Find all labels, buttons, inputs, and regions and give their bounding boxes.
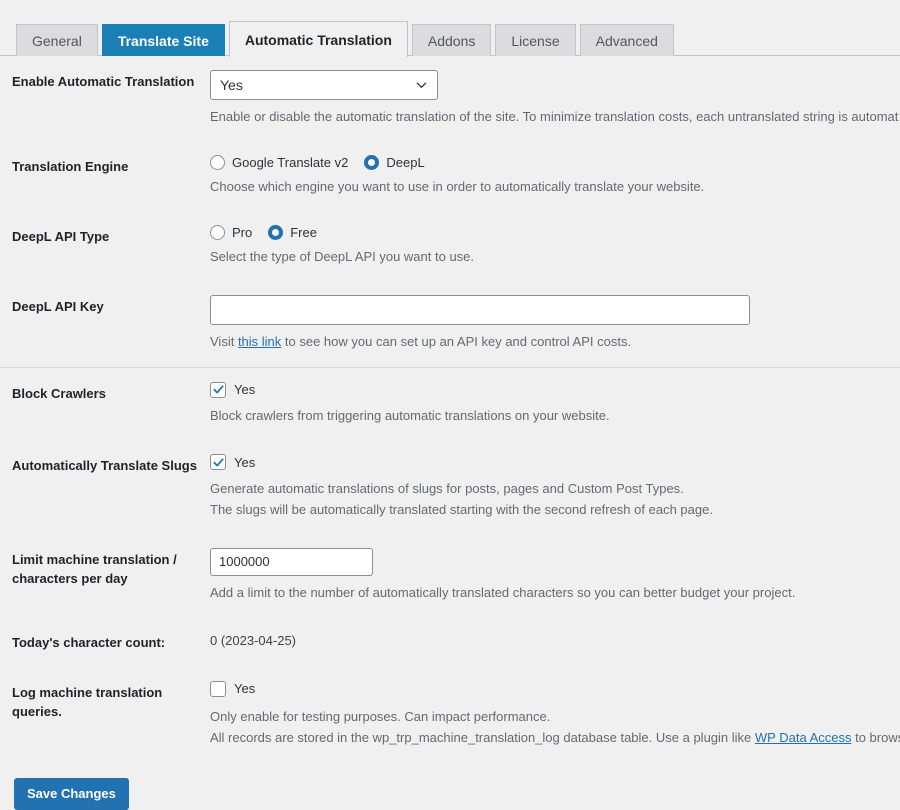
field-today-character-count: 0 (2023-04-25) xyxy=(210,631,900,648)
label-translation-engine: Translation Engine xyxy=(12,159,129,175)
checkbox-label-automatically-translate-slugs: Yes xyxy=(234,454,256,470)
tab-nav: General Translate Site Automatic Transla… xyxy=(16,0,900,57)
submit-area: Save Changes xyxy=(0,762,900,810)
row-automatically-translate-slugs: Automatically Translate Slugs Yes Genera… xyxy=(0,440,900,534)
label-character-limit-line1: Limit machine translation / xyxy=(12,551,177,567)
row-enable-automatic-translation: Enable Automatic Translation Yes Enable … xyxy=(0,56,900,141)
field-character-limit: 1000000 Add a limit to the number of aut… xyxy=(210,547,900,603)
label-character-limit: Limit machine translation / characters p… xyxy=(0,548,210,589)
desc-character-limit: Add a limit to the number of automatical… xyxy=(210,584,796,600)
settings-tab-bar: General Translate Site Automatic Transla… xyxy=(0,0,900,57)
desc-translation-engine: Choose which engine you want to use in o… xyxy=(210,179,705,195)
checkbox-icon-log-queries[interactable] xyxy=(210,680,226,697)
save-changes-button[interactable]: Save Changes xyxy=(14,777,129,810)
radio-option-google-translate[interactable]: Google Translate v2 xyxy=(210,155,349,171)
row-character-limit: Limit machine translation / characters p… xyxy=(0,534,900,617)
desc-deepl-api-key-before: Visit xyxy=(210,334,238,350)
tab-addons[interactable]: Addons xyxy=(411,24,492,56)
label-automatically-translate-slugs: Automatically Translate Slugs xyxy=(12,458,197,474)
translation-engine-radio-group: Google Translate v2 DeepL xyxy=(210,155,900,171)
row-log-queries: Log machine translation queries. Yes Onl… xyxy=(0,667,900,762)
desc-deepl-api-key-after: to see how you can set up an API key and… xyxy=(281,334,632,350)
label-today-character-count: Today's character count: xyxy=(12,635,166,651)
tab-license[interactable]: License xyxy=(495,24,576,56)
automatic-translation-settings-form: Enable Automatic Translation Yes Enable … xyxy=(0,56,900,810)
checkbox-icon-block-crawlers[interactable] xyxy=(210,381,226,398)
character-limit-value: 1000000 xyxy=(219,554,270,570)
desc2-automatically-translate-slugs: The slugs will be automatically translat… xyxy=(210,501,713,517)
field-deepl-api-type: Pro Free Select the type of DeepL API yo… xyxy=(210,225,900,267)
desc-log-queries: Only enable for testing purposes. Can im… xyxy=(210,708,551,724)
radio-icon-pro[interactable] xyxy=(210,225,225,241)
row-translation-engine: Translation Engine Google Translate v2 D… xyxy=(0,141,900,211)
checkbox-label-block-crawlers: Yes xyxy=(234,382,256,398)
radio-label-pro: Pro xyxy=(232,225,253,241)
desc-block-crawlers: Block crawlers from triggering automatic… xyxy=(210,408,610,424)
radio-label-google-translate: Google Translate v2 xyxy=(232,155,349,171)
radio-option-deepl[interactable]: DeepL xyxy=(364,155,425,171)
radio-label-free: Free xyxy=(290,225,317,241)
label-deepl-api-key: DeepL API Key xyxy=(12,299,104,315)
deepl-api-key-input[interactable] xyxy=(210,295,750,326)
label-log-queries: Log machine translation queries. xyxy=(0,681,210,722)
field-automatically-translate-slugs: Yes Generate automatic translations of s… xyxy=(210,454,900,520)
field-log-queries: Yes Only enable for testing purposes. Ca… xyxy=(210,680,900,748)
checkbox-option-log-queries[interactable]: Yes xyxy=(210,680,256,697)
row-deepl-api-key: DeepL API Key Visit this link to see how… xyxy=(0,281,900,366)
desc-automatically-translate-slugs: Generate automatic translations of slugs… xyxy=(210,480,684,496)
tab-translate-site[interactable]: Translate Site xyxy=(101,24,225,56)
field-block-crawlers: Yes Block crawlers from triggering autom… xyxy=(210,381,900,427)
chevron-down-icon xyxy=(416,80,427,91)
character-limit-input[interactable]: 1000000 xyxy=(210,547,373,576)
radio-option-pro[interactable]: Pro xyxy=(210,225,253,241)
checkbox-icon-automatically-translate-slugs[interactable] xyxy=(210,454,226,471)
radio-icon-free[interactable] xyxy=(268,225,284,241)
deepl-api-type-radio-group: Pro Free xyxy=(210,225,900,241)
desc2-log-queries-after: to browse xyxy=(855,729,900,745)
radio-option-free[interactable]: Free xyxy=(268,225,317,241)
field-translation-engine: Google Translate v2 DeepL Choose which e… xyxy=(210,155,900,197)
label-block-crawlers: Block Crawlers xyxy=(12,385,106,401)
desc2-log-queries: All records are stored in the wp_trp_mac… xyxy=(210,728,900,748)
field-deepl-api-key: Visit this link to see how you can set u… xyxy=(210,295,900,352)
checkbox-option-block-crawlers[interactable]: Yes xyxy=(210,381,256,398)
label-enable-automatic-translation: Enable Automatic Translation xyxy=(12,74,195,89)
label-log-queries-line1: Log machine translation xyxy=(12,684,163,700)
desc-enable-automatic-translation: Enable or disable the automatic translat… xyxy=(210,109,899,124)
radio-icon-deepl[interactable] xyxy=(364,155,380,171)
enable-automatic-translation-select[interactable]: Yes xyxy=(210,70,438,100)
tab-advanced[interactable]: Advanced xyxy=(579,24,674,56)
row-today-character-count: Today's character count: 0 (2023-04-25) xyxy=(0,617,900,667)
today-character-count-value: 0 (2023-04-25) xyxy=(210,633,296,649)
checkbox-option-automatically-translate-slugs[interactable]: Yes xyxy=(210,454,256,471)
radio-icon-google-translate[interactable] xyxy=(210,155,225,171)
row-deepl-api-type: DeepL API Type Pro Free Select the type … xyxy=(0,211,900,281)
row-block-crawlers: Block Crawlers Yes Block crawlers from t… xyxy=(0,366,900,441)
label-log-queries-line2: queries. xyxy=(12,704,62,720)
desc-deepl-api-type: Select the type of DeepL API you want to… xyxy=(210,249,475,265)
enable-automatic-translation-value: Yes xyxy=(220,77,243,93)
desc-deepl-api-key: Visit this link to see how you can set u… xyxy=(210,332,900,352)
checkbox-label-log-queries: Yes xyxy=(234,681,256,697)
deepl-api-key-help-link[interactable]: this link xyxy=(238,334,281,349)
tab-automatic-translation[interactable]: Automatic Translation xyxy=(228,21,408,57)
radio-label-deepl: DeepL xyxy=(386,155,425,171)
field-enable-automatic-translation: Yes Enable or disable the automatic tran… xyxy=(210,70,900,127)
label-character-limit-line2: characters per day xyxy=(12,571,128,587)
tab-general[interactable]: General xyxy=(16,24,98,56)
wp-data-access-link[interactable]: WP Data Access xyxy=(755,730,852,745)
desc2-log-queries-before: All records are stored in the wp_trp_mac… xyxy=(210,729,755,745)
label-deepl-api-type: DeepL API Type xyxy=(12,229,110,245)
